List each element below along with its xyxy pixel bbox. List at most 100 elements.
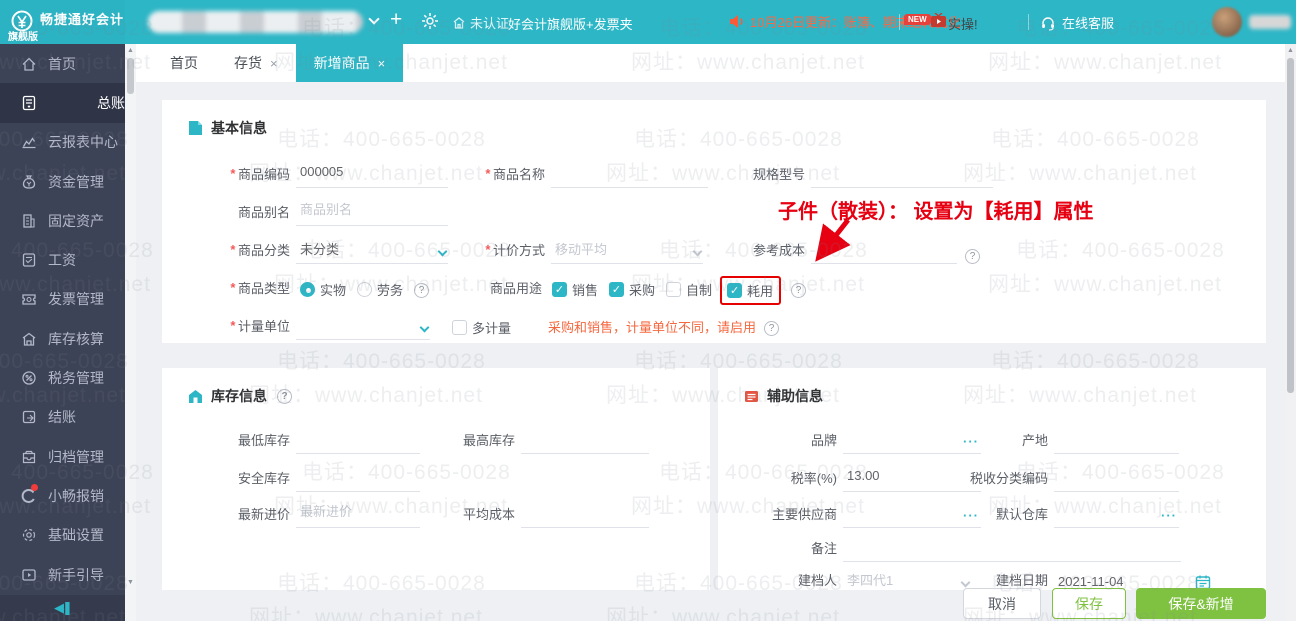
help-icon[interactable]: ?	[791, 283, 806, 298]
scrollbar-thumb[interactable]	[127, 58, 134, 94]
field-avg-cost: 平均成本	[387, 498, 649, 528]
gear-icon[interactable]	[421, 12, 439, 30]
unit-select[interactable]	[296, 312, 430, 340]
sidebar-item-settings[interactable]: 基础设置	[0, 516, 125, 555]
new-badge: NEW	[904, 14, 931, 25]
max-stock-input[interactable]	[521, 426, 649, 454]
checkbox-sales[interactable]: ✓销售	[552, 280, 598, 302]
tax-code-input[interactable]	[1054, 464, 1179, 492]
scroll-up-icon[interactable]: ▲	[125, 47, 136, 54]
practice-link[interactable]: 实操!	[948, 14, 978, 33]
sidebar-item-payroll[interactable]: 工资	[0, 240, 125, 279]
radio-icon[interactable]	[300, 282, 315, 297]
field-label: 主要供应商	[772, 504, 837, 523]
checkbox-multi-unit[interactable]: 多计量	[452, 318, 511, 340]
help-icon[interactable]: ?	[277, 389, 292, 404]
save-button[interactable]: 保存	[1052, 588, 1126, 619]
checkbox-purchase[interactable]: ✓采购	[609, 280, 655, 302]
sidebar-item-home[interactable]: 首页	[0, 44, 125, 83]
required-star: *	[485, 166, 490, 181]
remark-input[interactable]	[843, 534, 1181, 562]
save-and-new-button[interactable]: 保存&新增	[1136, 588, 1266, 619]
more-options-icon[interactable]: ···	[1161, 508, 1177, 523]
avatar[interactable]	[1212, 7, 1242, 37]
tab-inventory[interactable]: 存货 ×	[216, 44, 296, 82]
sidebar-item-funds[interactable]: 资金管理	[0, 162, 125, 201]
sidebar-item-tax[interactable]: 税务管理	[0, 358, 125, 397]
cancel-button[interactable]: 取消	[963, 588, 1041, 619]
scroll-up-icon[interactable]: ▲	[1285, 47, 1296, 54]
section-header-basic: 基本信息	[188, 118, 267, 138]
origin-input[interactable]	[1054, 426, 1179, 454]
field-label: 建档日期	[996, 570, 1048, 589]
warehouse-input[interactable]: ···	[1054, 500, 1179, 528]
basic-info-icon	[188, 120, 203, 136]
scroll-down-icon[interactable]: ▼	[125, 579, 136, 586]
field-label: 最高库存	[463, 430, 515, 449]
avg-cost-input[interactable]	[521, 500, 649, 528]
radio-physical[interactable]: 实物	[300, 280, 346, 302]
basic-info-card: 基本信息 *商品编码 *商品名称 规格型号 商品别名 *商品分类 未分类 *计价…	[162, 100, 1266, 343]
fixed-assets-icon	[21, 213, 37, 229]
auth-status[interactable]: 未认证	[452, 13, 509, 32]
checkbox-icon[interactable]	[452, 320, 467, 335]
tax-icon	[21, 370, 37, 386]
required-star: *	[230, 242, 235, 257]
sidebar-item-closing[interactable]: 结账	[0, 398, 125, 437]
product-alias-input[interactable]	[296, 198, 448, 226]
checkbox-icon[interactable]	[666, 282, 681, 297]
checkbox-icon[interactable]: ✓	[727, 283, 742, 298]
page-scrollbar[interactable]: ▲	[1285, 44, 1296, 621]
field-safe-stock: 安全库存	[162, 462, 420, 492]
logo-title: 畅捷通好会计	[40, 9, 124, 28]
certification-icon	[452, 16, 466, 30]
sidebar-scrollbar[interactable]: ▲ ▼	[125, 44, 136, 621]
video-tutorial-icon[interactable]	[930, 13, 947, 28]
tab-bar: 首页 存货 × 新增商品 ×	[136, 44, 1285, 82]
close-icon[interactable]: ×	[378, 56, 386, 71]
sidebar-collapse-button[interactable]: ◀❚	[0, 595, 125, 621]
logo-subtitle: 旗舰版	[8, 28, 38, 43]
add-account-button[interactable]: +	[390, 8, 402, 32]
payroll-icon	[21, 252, 37, 268]
safe-stock-input[interactable]	[296, 464, 420, 492]
username-blurred	[1249, 15, 1291, 29]
scrollbar-thumb[interactable]	[1287, 58, 1294, 393]
spec-model-input[interactable]	[811, 160, 993, 188]
sidebar-item-archive[interactable]: 归档管理	[0, 437, 125, 476]
field-tax-code: 税收分类编码	[930, 462, 1179, 492]
field-label: 默认仓库	[996, 504, 1048, 523]
radio-icon[interactable]	[357, 282, 372, 297]
main-content: 基本信息 *商品编码 *商品名称 规格型号 商品别名 *商品分类 未分类 *计价…	[136, 82, 1285, 621]
field-label: 商品分类	[238, 240, 290, 259]
field-label: 安全库存	[238, 468, 290, 487]
close-icon[interactable]: ×	[270, 56, 278, 71]
help-icon[interactable]: ?	[764, 321, 779, 336]
sidebar-item-fixed-assets[interactable]: 固定资产	[0, 201, 125, 240]
checkbox-consumption[interactable]: ✓耗用	[727, 281, 773, 300]
help-icon[interactable]: ?	[965, 249, 980, 264]
divider	[899, 14, 900, 30]
field-pricing-method: *计价方式 移动平均	[417, 234, 703, 264]
checkbox-icon[interactable]: ✓	[609, 282, 624, 297]
tab-new-product[interactable]: 新增商品 ×	[296, 44, 404, 82]
checkbox-self-made[interactable]: 自制	[666, 280, 712, 302]
tab-home[interactable]: 首页	[152, 44, 216, 82]
field-origin: 产地	[930, 424, 1179, 454]
account-selector-blurred[interactable]	[148, 11, 363, 33]
sidebar-item-general-ledger[interactable]: 总账	[0, 83, 125, 122]
highlight-red-box: ✓耗用	[720, 276, 781, 305]
field-product-type: *商品类型 实物 劳务 ?	[162, 272, 429, 302]
checkbox-icon[interactable]: ✓	[552, 282, 567, 297]
invoice-icon	[21, 291, 37, 307]
sidebar-item-cloud-reports[interactable]: 云报表中心	[0, 123, 125, 162]
chevron-down-icon[interactable]	[368, 13, 379, 24]
online-support[interactable]: 在线客服	[1040, 13, 1114, 32]
section-header-auxiliary: 辅助信息	[744, 386, 823, 406]
radio-service[interactable]: 劳务	[357, 280, 403, 302]
sidebar-item-inventory[interactable]: 库存核算	[0, 319, 125, 358]
sidebar-item-invoice[interactable]: 发票管理	[0, 280, 125, 319]
sidebar-item-expense[interactable]: 小畅报销	[0, 476, 125, 515]
divider	[1028, 14, 1029, 30]
sidebar-item-guide[interactable]: 新手引导	[0, 555, 125, 594]
